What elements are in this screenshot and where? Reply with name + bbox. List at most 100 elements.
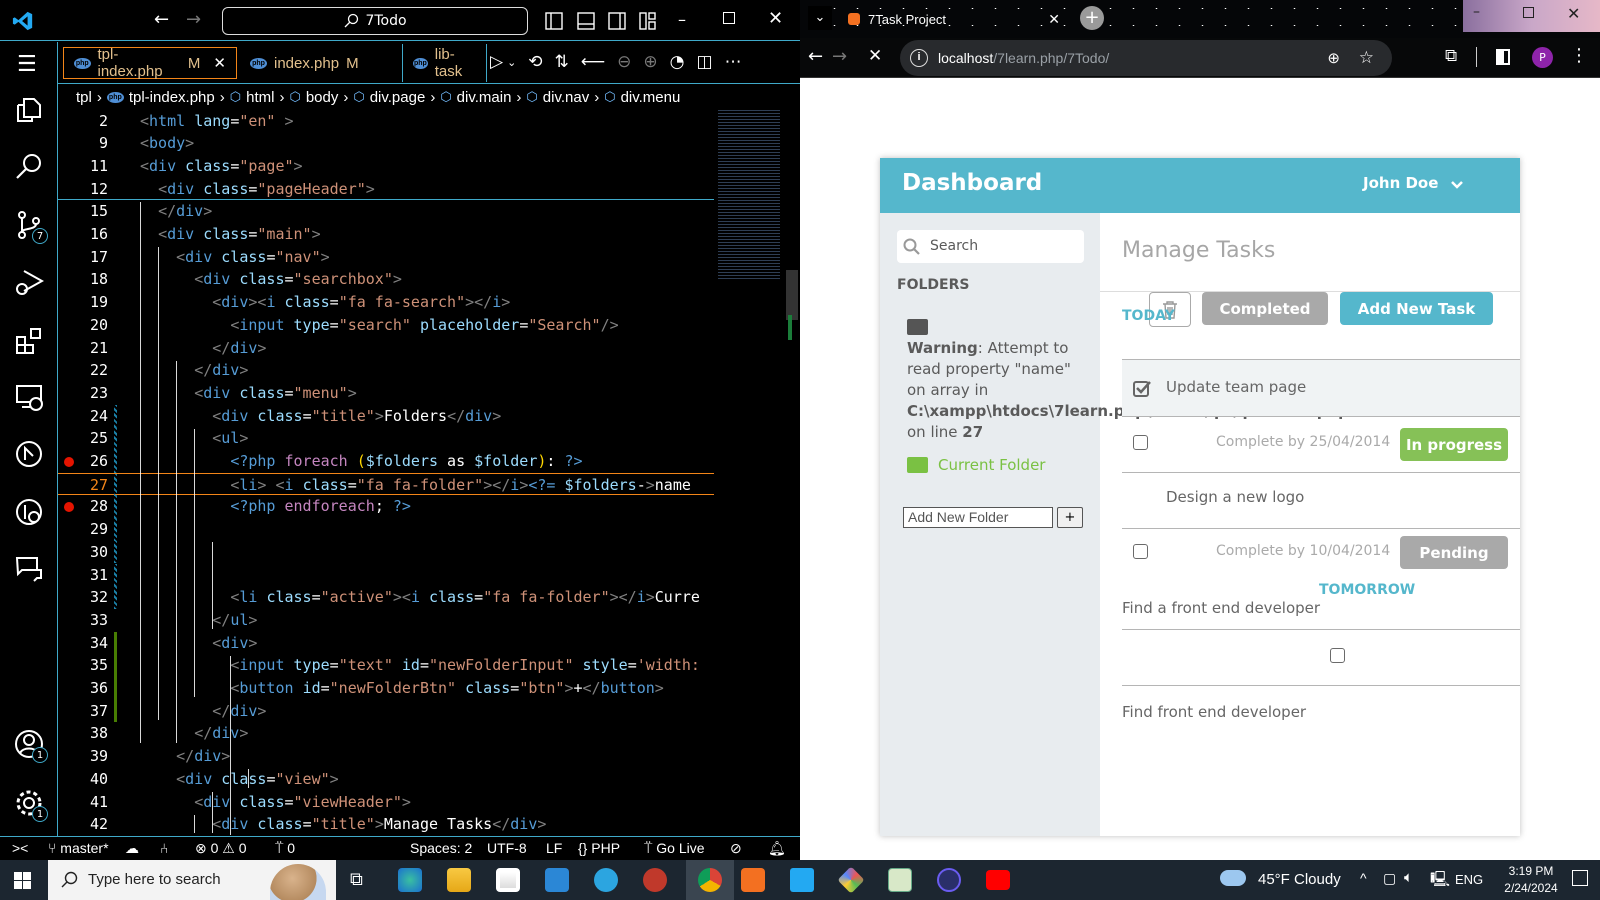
code-line[interactable]: 37 </div> — [58, 699, 714, 723]
code-line[interactable]: 28 <?php endforeach; ?> — [58, 495, 714, 519]
task-checkbox[interactable] — [1133, 544, 1148, 559]
clock[interactable]: 3:19 PM 2/24/2024 — [1496, 863, 1566, 897]
folder-item-current[interactable]: Current Folder — [907, 456, 1045, 474]
compare-changes-icon[interactable]: ⇅ — [555, 52, 569, 72]
breadcrumb-item[interactable]: tpl — [76, 89, 92, 106]
network-icon[interactable]: 🖳 — [1430, 869, 1450, 894]
search-box[interactable]: Search — [897, 230, 1084, 263]
tab-close-icon[interactable]: ✕ — [213, 54, 226, 72]
weather-text[interactable]: 45°F Cloudy — [1258, 871, 1341, 888]
search-icon[interactable] — [14, 152, 44, 182]
github-icon[interactable] — [14, 439, 44, 469]
source-control-icon[interactable]: 7 — [14, 210, 48, 244]
accounts-icon[interactable]: 1 — [14, 729, 48, 763]
mail-icon[interactable] — [545, 868, 569, 892]
taskbar-search[interactable]: Type here to search — [48, 860, 336, 900]
close-icon[interactable]: ✕ — [768, 8, 783, 29]
code-line[interactable]: 24 <div class="title">Folders</div> — [58, 404, 714, 428]
telegram-icon[interactable] — [594, 868, 618, 892]
gitlens-blame-icon[interactable]: ◔ — [670, 52, 685, 72]
settings-gear-icon[interactable]: 1 — [14, 788, 48, 822]
camera-icon[interactable]: ▢ — [1383, 870, 1396, 887]
split-editor-icon[interactable]: ◫ — [697, 52, 713, 72]
remote-explorer-icon[interactable] — [14, 382, 44, 412]
search-input[interactable]: Search — [930, 238, 978, 254]
language-status[interactable]: {} PHP — [578, 840, 620, 856]
back-arrow-icon[interactable]: ← — [154, 9, 169, 30]
tab-index[interactable]: php index.php M — [240, 44, 403, 82]
checkbox-checked-icon[interactable] — [1133, 379, 1151, 397]
youtube-icon[interactable] — [986, 870, 1010, 890]
side-panel-icon[interactable] — [1496, 49, 1510, 65]
browser-menu-icon[interactable]: ⋮ — [1570, 45, 1588, 66]
eol-status[interactable]: LF — [546, 840, 562, 856]
menu-icon[interactable]: ☰ — [17, 52, 37, 77]
minimize-icon[interactable]: – — [1473, 4, 1480, 20]
run-debug-icon[interactable] — [14, 267, 44, 297]
new-folder-input[interactable]: Add New Folder — [903, 507, 1053, 528]
code-line[interactable]: 21 </div> — [58, 337, 714, 360]
profile-avatar[interactable]: P — [1532, 47, 1553, 68]
customize-layout-icon[interactable] — [639, 12, 657, 30]
toggle-sidebar-icon[interactable] — [545, 12, 563, 30]
code-line[interactable]: 17 <div class="nav"> — [58, 246, 714, 269]
notepad-plus-icon[interactable] — [888, 868, 912, 892]
editor-scrollbar[interactable] — [786, 110, 798, 836]
sync-icon[interactable]: ☁ — [125, 840, 139, 857]
encoding-status[interactable]: UTF-8 — [487, 840, 527, 856]
breadcrumb-item[interactable]: div.main — [457, 89, 512, 106]
back-arrow-icon[interactable]: ← — [808, 46, 823, 67]
app-icon[interactable] — [937, 868, 961, 892]
new-folder-button[interactable]: + — [1057, 507, 1083, 528]
file-explorer-icon[interactable] — [447, 868, 471, 892]
ports-status[interactable]: ⍡ 0 — [275, 840, 295, 857]
code-line[interactable]: 16 <div class="main"> — [58, 223, 714, 246]
code-line[interactable]: 27 <li> <i class="fa fa-folder"></i><?= … — [58, 472, 714, 497]
input-language[interactable]: ENG — [1455, 872, 1483, 887]
branch-status[interactable]: ⑂ master* — [48, 840, 109, 856]
forward-arrow-icon[interactable]: → — [186, 9, 201, 30]
edge-icon[interactable] — [398, 868, 422, 892]
problems-status[interactable]: ⊗ 0 ⚠ 0 — [195, 840, 247, 857]
address-bar[interactable]: i localhost/7learn.php/7Todo/ ⊕ ☆ — [900, 40, 1392, 76]
remote-indicator-icon[interactable]: >< — [12, 840, 28, 856]
code-line[interactable]: 19 <div><i class="fa fa-search"></i> — [58, 291, 714, 314]
code-line[interactable]: 30 — [58, 540, 714, 564]
code-line[interactable]: 22 </div> — [58, 359, 714, 382]
go-live-button[interactable]: ⍡ Go Live — [644, 840, 705, 857]
code-line[interactable]: 25 <ul> — [58, 427, 714, 450]
new-tab-button[interactable]: + — [1080, 6, 1104, 30]
tab-search-chevron-icon[interactable]: ⌄ — [808, 6, 832, 30]
git-graph-icon[interactable]: ⑃ — [160, 840, 168, 856]
code-line[interactable]: 12 <div class="pageHeader"> — [58, 178, 714, 201]
code-line[interactable]: 11 <div class="page"> — [58, 155, 714, 178]
indentation-status[interactable]: Spaces: 2 — [410, 840, 472, 856]
zoom-icon[interactable]: ⊕ — [1327, 49, 1340, 67]
volume-icon[interactable]: 🔈︎ — [1404, 869, 1413, 886]
completed-button[interactable]: Completed — [1202, 292, 1328, 325]
extensions-icon[interactable]: ⧉ — [1445, 46, 1457, 66]
add-new-task-button[interactable]: Add New Task — [1340, 292, 1493, 325]
breadcrumb-item[interactable]: div.nav — [543, 89, 589, 106]
code-line[interactable]: 33 </ul> — [58, 609, 714, 632]
maximize-icon[interactable] — [1523, 7, 1534, 18]
task-row[interactable]: Update team page — [1122, 360, 1520, 416]
vscode-icon[interactable] — [790, 868, 814, 892]
chat-icon[interactable] — [14, 554, 44, 584]
bookmark-star-icon[interactable]: ☆ — [1359, 48, 1374, 68]
scrollbar-thumb[interactable] — [786, 270, 798, 320]
code-line[interactable]: 23 <div class="menu"> — [58, 382, 714, 405]
code-line[interactable]: 36 <button id="newFolderBtn" class="btn"… — [58, 677, 714, 700]
tab-lib-task[interactable]: php lib-task — [403, 44, 487, 82]
code-line[interactable]: 26 <?php foreach ($folders as $folder): … — [58, 450, 714, 473]
task-view-icon[interactable]: ⧉ — [350, 869, 363, 890]
code-line[interactable]: 40 <div class="view"> — [58, 768, 714, 791]
site-info-icon[interactable]: i — [910, 49, 928, 67]
code-line[interactable]: 41 <div class="viewHeader"> — [58, 791, 714, 814]
minimap[interactable] — [718, 110, 780, 280]
code-line[interactable]: 34 <div> — [58, 631, 714, 655]
forward-arrow-icon[interactable]: → — [832, 46, 847, 67]
microsoft-store-icon[interactable] — [496, 868, 520, 892]
toggle-panel-icon[interactable] — [577, 12, 595, 30]
breadcrumb-item[interactable]: html — [246, 89, 274, 106]
